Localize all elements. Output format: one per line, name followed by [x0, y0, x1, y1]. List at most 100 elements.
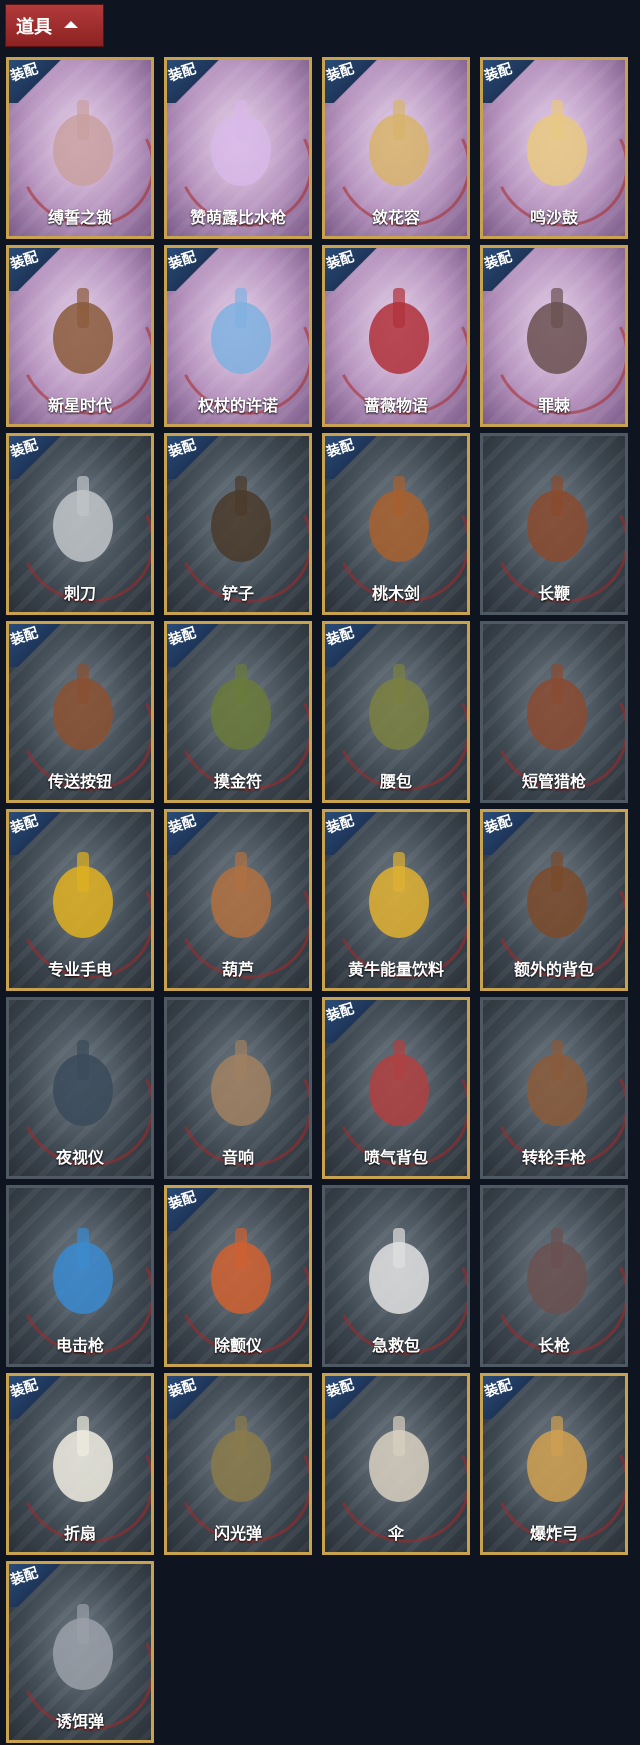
equipped-badge: 装配	[483, 812, 538, 855]
equipped-badge-label: 装配	[166, 1189, 199, 1213]
equipped-badge: 装配	[167, 1376, 222, 1419]
item-card[interactable]: 装配喷气背包	[322, 997, 470, 1179]
item-card[interactable]: 装配 葫芦	[164, 809, 312, 991]
item-name: 新星时代	[47, 396, 112, 415]
equipped-badge-label: 装配	[482, 61, 515, 85]
medkit-icon	[369, 288, 429, 374]
item-card[interactable]: 装配 蔷薇物语	[322, 245, 470, 427]
item-card[interactable]: 转轮手枪	[480, 997, 628, 1179]
scepter-icon	[211, 288, 271, 374]
item-name: 额外的背包	[513, 960, 594, 979]
item-card[interactable]: 装配专业手电	[6, 809, 154, 991]
equipped-badge-label: 装配	[324, 437, 357, 461]
item-card[interactable]: 装配赞萌露比水枪	[164, 57, 312, 239]
item-card[interactable]: 电击枪	[6, 1185, 154, 1367]
item-card[interactable]: 装配敛花容	[322, 57, 470, 239]
equipped-badge: 装配	[8, 624, 64, 667]
umbrella-icon	[369, 1416, 429, 1502]
item-card[interactable]: 装配 铲子	[164, 433, 312, 615]
item-name: 喷气背包	[363, 1148, 428, 1167]
equipped-badge-label: 装配	[482, 249, 515, 273]
item-name: 桃木剑	[371, 584, 420, 603]
equipped-badge-label: 装配	[482, 1377, 515, 1401]
equipped-badge: 装配	[166, 624, 222, 667]
spear-icon	[527, 1228, 587, 1314]
equipped-badge: 装配	[167, 60, 222, 103]
item-card[interactable]: 装配除颤仪	[164, 1185, 312, 1367]
item-card[interactable]: 装配 腰包	[322, 621, 470, 803]
item-name: 诱饵弹	[55, 1712, 104, 1731]
item-name: 音响	[221, 1148, 254, 1167]
item-name: 罪棘	[537, 396, 570, 415]
item-card[interactable]: 装配罪棘	[480, 245, 628, 427]
item-card[interactable]: 装配鸣沙鼓	[480, 57, 628, 239]
item-name: 专业手电	[47, 960, 112, 979]
item-name: 摸金符	[213, 772, 262, 791]
equipped-badge: 装配	[325, 1376, 380, 1419]
equipped-badge: 装配	[325, 812, 380, 855]
decoy-icon	[53, 1604, 113, 1690]
radio-icon	[211, 1040, 271, 1126]
item-card[interactable]: 装配 传送按钮	[6, 621, 154, 803]
item-card[interactable]: 音响	[164, 997, 312, 1179]
item-name: 长枪	[537, 1336, 570, 1355]
item-card[interactable]: 装配爆炸弓	[480, 1373, 628, 1555]
item-card[interactable]: 装配 闪光弹	[164, 1373, 312, 1555]
equipped-badge: 装配	[9, 812, 64, 855]
remote-icon	[53, 664, 113, 750]
item-card[interactable]: 短管猎枪	[480, 621, 628, 803]
jetpack-icon	[369, 1040, 429, 1126]
item-name: 鸣沙鼓	[529, 208, 578, 227]
equipped-badge: 装配	[482, 1376, 538, 1419]
equipped-badge-label: 装配	[166, 625, 199, 649]
equipped-badge: 装配	[167, 812, 222, 855]
item-name: 除颤仪	[213, 1336, 262, 1355]
equipped-badge: 装配	[9, 1376, 64, 1419]
item-card[interactable]: 急救包	[322, 1185, 470, 1367]
equipped-badge-label: 装配	[8, 437, 41, 461]
item-card[interactable]: 长鞭	[480, 433, 628, 615]
taser-icon	[53, 1228, 113, 1314]
equipped-badge-label: 装配	[8, 249, 41, 273]
wooden-sword-icon	[369, 476, 429, 562]
item-name: 蔷薇物语	[363, 396, 428, 415]
item-card[interactable]: 装配折扇	[6, 1373, 154, 1555]
item-name: 权杖的许诺	[197, 396, 278, 415]
item-card[interactable]: 装配刺刀	[6, 433, 154, 615]
water-gun-icon	[211, 100, 271, 186]
equipped-badge: 装配	[325, 1000, 380, 1043]
item-name: 赞萌露比水枪	[189, 208, 286, 227]
item-card[interactable]: 装配诱饵弹	[6, 1561, 154, 1743]
item-card[interactable]: 装配权杖的许诺	[164, 245, 312, 427]
revolver-icon	[527, 1040, 587, 1126]
item-card[interactable]: 长枪	[480, 1185, 628, 1367]
item-name: 腰包	[379, 772, 412, 791]
equipped-badge: 装配	[324, 436, 380, 479]
item-name: 爆炸弓	[529, 1524, 578, 1543]
item-card[interactable]: 装配 黄牛能量饮料	[322, 809, 470, 991]
equipped-badge-label: 装配	[8, 625, 41, 649]
flashlight-icon	[53, 852, 113, 938]
item-name: 短管猎枪	[521, 772, 586, 791]
item-card[interactable]: 装配摸金符	[164, 621, 312, 803]
item-card[interactable]: 装配额外的背包	[480, 809, 628, 991]
item-name: 夜视仪	[55, 1148, 104, 1167]
talisman-icon	[211, 664, 271, 750]
item-card[interactable]: 夜视仪	[6, 997, 154, 1179]
item-name: 刺刀	[63, 584, 96, 603]
equipped-badge: 装配	[166, 1188, 222, 1231]
item-name: 敛花容	[371, 208, 420, 227]
equipped-badge: 装配	[167, 248, 222, 291]
equipped-badge-label: 装配	[8, 1565, 41, 1589]
item-card[interactable]: 装配 缚誓之锁	[6, 57, 154, 239]
item-name: 折扇	[63, 1524, 96, 1543]
item-card[interactable]: 装配新星时代	[6, 245, 154, 427]
equipped-badge: 装配	[8, 248, 64, 291]
item-card[interactable]: 装配伞	[322, 1373, 470, 1555]
items-tab-button[interactable]: 道具	[5, 4, 104, 47]
item-name: 电击枪	[55, 1336, 104, 1355]
item-card[interactable]: 装配桃木剑	[322, 433, 470, 615]
equipped-badge: 装配	[325, 60, 380, 103]
shotgun-icon	[527, 664, 587, 750]
bag-icon	[369, 664, 429, 750]
